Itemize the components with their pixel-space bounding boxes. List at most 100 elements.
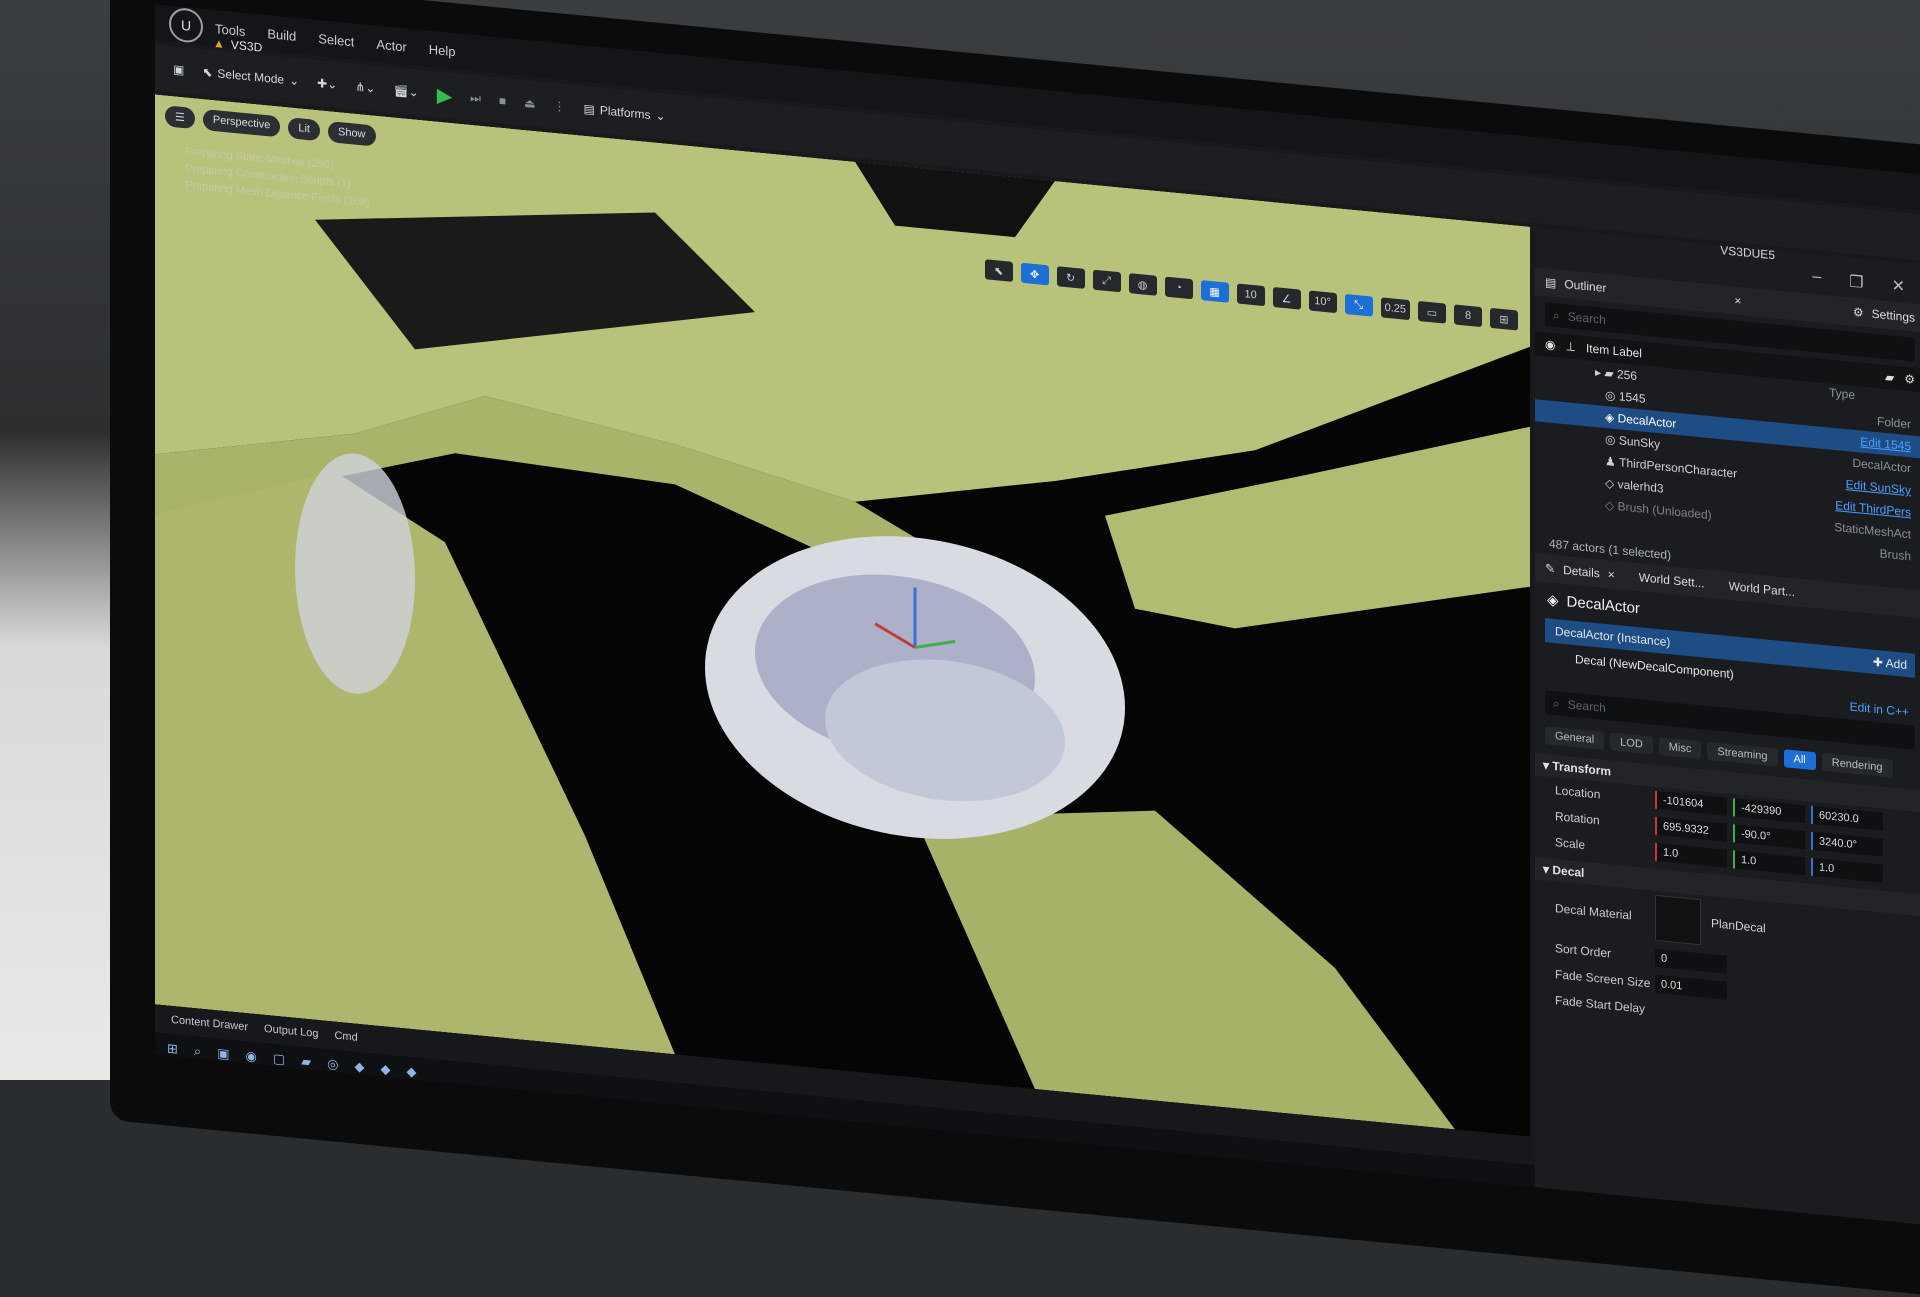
save-icon[interactable]: ▣ (173, 62, 184, 77)
filter-rendering[interactable]: Rendering (1821, 752, 1893, 778)
show-button[interactable]: Show (327, 120, 376, 147)
folder-icon[interactable]: ▰ (301, 1053, 311, 1070)
maximize-viewport-icon[interactable]: ⊞ (1490, 307, 1518, 331)
add-component-button[interactable]: ✚ Add (1873, 655, 1907, 672)
select-mode-button[interactable]: ⬉ Select Mode ⌄ (202, 65, 299, 88)
actor-icon: ◎ (1605, 387, 1616, 403)
select-mode-icon: ⬉ (202, 64, 213, 80)
location-x-field[interactable]: -101604 (1655, 790, 1727, 816)
unreal-logo-icon[interactable]: U (169, 6, 203, 44)
decal-icon: ◈ (1547, 591, 1559, 610)
fade-start-delay-label: Fade Start Delay (1555, 993, 1646, 1016)
world-partition-tab[interactable]: World Part... (1729, 579, 1795, 599)
fade-screen-size-field[interactable]: 0.01 (1655, 974, 1727, 1000)
grid-snap-value[interactable]: 10 (1236, 283, 1265, 307)
chrome-icon[interactable]: ◎ (327, 1056, 338, 1073)
more-options-icon[interactable]: ⋮ (553, 99, 565, 114)
editor-screen: U Tools Build Select Actor Help ▲ VS3D ▣… (155, 4, 1920, 1225)
outliner-gear-icon[interactable]: ⚙ (1904, 372, 1915, 387)
step-icon[interactable]: ⏭ (470, 90, 481, 106)
world-settings-tab[interactable]: World Sett... (1639, 570, 1705, 590)
details-actor-name[interactable]: DecalActor (1567, 593, 1640, 617)
cinematics-button[interactable]: 🎬︎⌄ (393, 83, 418, 99)
camera-speed-icon[interactable]: ▭ (1418, 300, 1446, 324)
add-content-button[interactable]: ✚⌄ (317, 76, 337, 92)
surface-snap-icon[interactable]: ◔ (1164, 276, 1193, 300)
menu-help[interactable]: Help (429, 41, 456, 59)
filter-lod[interactable]: LOD (1610, 732, 1653, 755)
item-label-column[interactable]: Item Label (1586, 341, 1642, 360)
content-drawer-button[interactable]: Content Drawer (171, 1014, 248, 1033)
eject-icon[interactable]: ⏏ (524, 96, 535, 111)
settings-icon[interactable]: ⚙ (1853, 305, 1864, 320)
select-tool-icon[interactable]: ⬉ (984, 259, 1013, 282)
filter-all[interactable]: All (1783, 749, 1816, 771)
rotation-label[interactable]: Rotation (1555, 809, 1655, 833)
menu-select[interactable]: Select (318, 31, 354, 49)
scale-tool-icon[interactable]: ⤢ (1092, 269, 1121, 293)
search-icon: ⌕ (1553, 307, 1560, 323)
platforms-button[interactable]: ▤ Platforms ⌄ (583, 102, 665, 124)
rotation-x-field[interactable]: 695.9332 (1655, 816, 1727, 842)
material-dropdown[interactable]: PlanDecal (1711, 916, 1766, 935)
location-y-field[interactable]: -429390 (1733, 798, 1805, 824)
app-icon[interactable]: ◆ (406, 1064, 416, 1081)
item-type-link[interactable]: Edit 1545 (1860, 435, 1911, 454)
app-icon[interactable]: ◆ (380, 1061, 390, 1078)
item-label: SunSky (1618, 433, 1661, 452)
pin-icon[interactable]: ⊥ (1565, 339, 1575, 354)
restore-icon[interactable]: ❐ (1849, 271, 1863, 292)
filter-streaming[interactable]: Streaming (1707, 741, 1778, 767)
rotation-snap-icon[interactable]: ∠ (1272, 286, 1301, 310)
grid-snap-icon[interactable]: ▦ (1200, 280, 1229, 303)
decal-material-label: Decal Material (1555, 901, 1632, 923)
scale-x-field[interactable]: 1.0 (1655, 842, 1727, 868)
rotation-y-field[interactable]: -90.0° (1733, 824, 1805, 850)
windows-start-icon[interactable]: ⊞ (167, 1040, 178, 1057)
search-icon[interactable]: ⌕ (194, 1043, 201, 1060)
minimize-icon[interactable]: – (1812, 268, 1821, 289)
details-tab[interactable]: Details (1563, 563, 1600, 581)
scale-snap-icon[interactable]: ⤡ (1344, 293, 1373, 317)
blueprint-button[interactable]: ⋔⌄ (355, 80, 375, 96)
outliner-tab[interactable]: Outliner (1564, 277, 1606, 295)
close-tab-icon[interactable]: × (1608, 567, 1615, 582)
cmd-button[interactable]: Cmd (334, 1030, 357, 1044)
move-tool-icon[interactable]: ✥ (1020, 262, 1049, 286)
lit-button[interactable]: Lit (288, 117, 320, 142)
scale-z-field[interactable]: 1.0 (1811, 857, 1883, 883)
filter-general[interactable]: General (1545, 726, 1605, 750)
details-icon: ✎ (1545, 561, 1556, 577)
viewport-menu-icon[interactable]: ☰ (165, 105, 195, 130)
scale-y-field[interactable]: 1.0 (1733, 850, 1805, 876)
menu-build[interactable]: Build (267, 26, 296, 44)
app-icon[interactable]: ◆ (354, 1059, 364, 1076)
scale-label[interactable]: Scale (1555, 835, 1655, 859)
material-thumbnail[interactable] (1655, 894, 1701, 946)
sort-order-field[interactable]: 0 (1655, 948, 1727, 974)
scale-snap-value[interactable]: 0.25 (1380, 297, 1410, 321)
type-column-header: Type (1828, 385, 1855, 403)
world-space-icon[interactable]: ◍ (1128, 273, 1157, 296)
visibility-icon[interactable]: ◉ (1545, 337, 1555, 352)
settings-button[interactable]: Settings (1872, 307, 1915, 325)
item-type-link[interactable]: Edit SunSky (1846, 477, 1911, 497)
rotation-snap-value[interactable]: 10° (1308, 290, 1337, 314)
menu-actor[interactable]: Actor (376, 36, 406, 54)
store-icon[interactable]: ▢ (273, 1051, 285, 1068)
rotation-z-field[interactable]: 3240.0° (1811, 831, 1883, 857)
rotate-tool-icon[interactable]: ↻ (1056, 266, 1085, 289)
filter-misc[interactable]: Misc (1658, 737, 1702, 760)
task-view-icon[interactable]: ▣ (217, 1045, 229, 1062)
output-log-button[interactable]: Output Log (264, 1023, 318, 1040)
close-icon[interactable]: ✕ (1892, 276, 1905, 297)
stop-icon[interactable]: ■ (499, 93, 506, 108)
level-viewport[interactable]: ☰ Perspective Lit Show Preparing Static … (155, 94, 1530, 1137)
edge-icon[interactable]: ◉ (245, 1048, 256, 1065)
location-z-field[interactable]: 60230.0 (1811, 805, 1883, 831)
play-icon[interactable]: ▶ (437, 82, 452, 108)
location-label[interactable]: Location (1555, 783, 1655, 807)
close-tab-icon[interactable]: × (1734, 293, 1741, 308)
new-folder-icon[interactable]: ▰ (1885, 370, 1894, 385)
camera-speed-value[interactable]: 8 (1454, 304, 1482, 328)
